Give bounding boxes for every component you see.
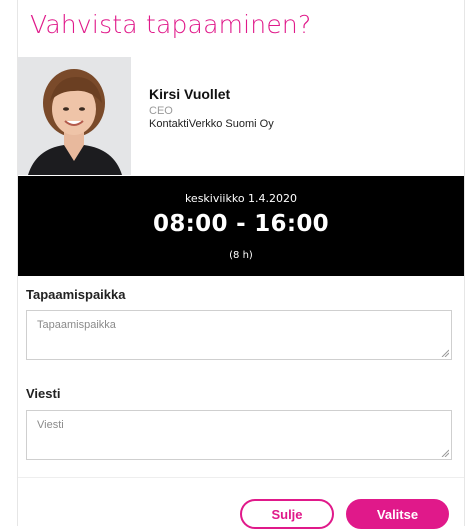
meeting-duration: (8 h) — [229, 250, 253, 261]
footer-divider — [18, 477, 464, 478]
contact-company: KontaktiVerkko Suomi Oy — [149, 118, 274, 130]
location-label: Tapaamispaikka — [26, 287, 126, 302]
portrait-image — [18, 57, 131, 175]
location-placeholder: Tapaamispaikka — [37, 319, 116, 331]
meeting-time-range: 08:00 - 16:00 — [153, 211, 329, 237]
dialog-title: Vahvista tapaaminen? — [30, 10, 312, 39]
meeting-date: keskiviikko 1.4.2020 — [184, 192, 298, 205]
contact-role: CEO — [149, 105, 173, 117]
message-placeholder: Viesti — [37, 419, 64, 431]
close-button[interactable]: Sulje — [240, 499, 334, 529]
contact-photo — [18, 57, 131, 175]
meeting-time-banner: keskiviikko 1.4.2020 08:00 - 16:00 (8 h) — [18, 176, 464, 276]
select-button[interactable]: Valitse — [346, 499, 449, 529]
message-label: Viesti — [26, 386, 61, 401]
message-textarea[interactable]: Viesti — [26, 410, 452, 460]
location-textarea[interactable]: Tapaamispaikka — [26, 310, 452, 360]
resize-handle-icon[interactable] — [441, 449, 449, 457]
contact-info: Kirsi Vuollet CEO KontaktiVerkko Suomi O… — [149, 86, 274, 130]
contact-card: Kirsi Vuollet CEO KontaktiVerkko Suomi O… — [18, 57, 464, 175]
contact-name: Kirsi Vuollet — [149, 86, 231, 102]
resize-handle-icon[interactable] — [441, 349, 449, 357]
confirm-meeting-dialog: Vahvista tapaaminen? Kirsi Vuollet CEO K… — [17, 0, 465, 529]
